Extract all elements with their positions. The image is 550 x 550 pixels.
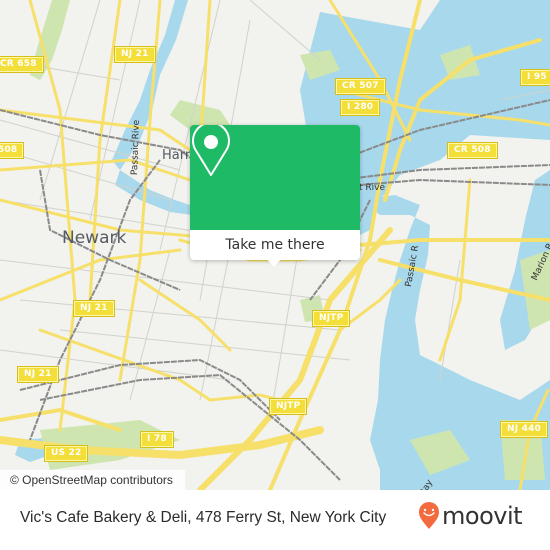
river-label-passaic-east: t Rive xyxy=(359,183,386,193)
moovit-logo[interactable]: moovit xyxy=(418,502,523,530)
place-label-newark: Newark xyxy=(62,228,127,248)
place-label-harrison: Harr xyxy=(162,148,191,163)
route-shield-nj440: NJ 440 xyxy=(499,421,549,438)
route-shield-nj21-mid: NJ 21 xyxy=(73,300,115,317)
route-shield-us22: US 22 xyxy=(43,445,89,462)
route-shield-nj21-top: NJ 21 xyxy=(114,46,156,63)
map-attribution[interactable]: © OpenStreetMap contributors xyxy=(0,470,185,490)
route-shield-cr658: CR 658 xyxy=(0,56,44,73)
route-shield-cr507: CR 507 xyxy=(335,78,386,95)
moovit-smile-pin-icon xyxy=(419,502,439,529)
footer-bar: Vic's Cafe Bakery & Deli, 478 Ferry St, … xyxy=(0,490,550,550)
passaic-river-upper xyxy=(112,0,188,170)
popup-pointer xyxy=(267,259,281,267)
route-shield-njtp-lower: NJTP xyxy=(268,398,308,415)
river-label-passaic-north: Passaic Rive xyxy=(130,119,142,176)
popup-header[interactable] xyxy=(190,125,360,230)
moovit-wordmark: moovit xyxy=(442,502,523,530)
route-shield-cr508-right: CR 508 xyxy=(447,142,498,159)
take-me-there-button[interactable]: Take me there xyxy=(190,230,360,260)
map-canvas[interactable]: Newark Harr Passaic Rive t Rive Passaic … xyxy=(0,0,550,490)
route-shield-i95: I 95 xyxy=(520,69,550,86)
location-popup: Take me there xyxy=(190,125,360,267)
place-title: Vic's Cafe Bakery & Deli, 478 Ferry St, … xyxy=(20,509,387,526)
route-shield-i78: I 78 xyxy=(140,431,174,448)
route-shield-cr508-left: 508 xyxy=(0,142,25,159)
route-shield-i280: I 280 xyxy=(339,99,381,116)
route-shield-nj21-low: NJ 21 xyxy=(17,366,59,383)
route-shield-njtp-upper: NJTP xyxy=(311,310,351,327)
map-pin-icon xyxy=(192,125,230,176)
